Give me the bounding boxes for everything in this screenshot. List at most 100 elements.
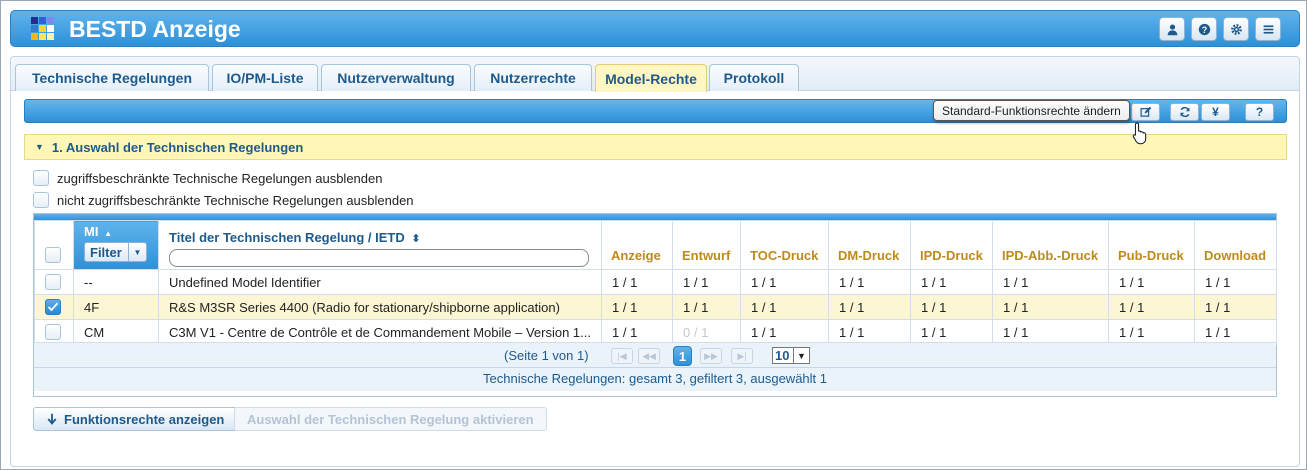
yen-button[interactable]: ¥: [1201, 103, 1230, 121]
tab-bar: Technische Regelungen IO/PM-Liste Nutzer…: [11, 57, 1299, 92]
sort-icon: ⬍: [411, 233, 421, 245]
dm-druck-cell: 1 / 1: [828, 319, 911, 345]
ipd-abb-druck-cell: 1 / 1: [992, 294, 1109, 320]
col-anzeige: Anzeige: [601, 220, 673, 270]
tab-technische-regelungen[interactable]: Technische Regelungen: [15, 64, 209, 91]
hide-unrestricted-checkbox[interactable]: [33, 192, 49, 208]
help-button[interactable]: ?: [1191, 17, 1217, 41]
tab-protokoll[interactable]: Protokoll: [709, 64, 799, 91]
next-page-button[interactable]: ▶▶: [700, 348, 722, 364]
current-page-button[interactable]: 1: [673, 346, 692, 366]
col-ipd-abb-druck: IPD-Abb.-Druck: [992, 220, 1109, 270]
hide-restricted-checkbox[interactable]: [33, 170, 49, 186]
row-select-cell: [34, 269, 74, 295]
user-button[interactable]: [1159, 17, 1185, 41]
activate-selection-button[interactable]: Auswahl der Technischen Regelung aktivie…: [234, 407, 547, 431]
first-page-button[interactable]: |◀: [611, 348, 633, 364]
app-title: BESTD Anzeige: [69, 16, 241, 42]
edit-default-rights-button[interactable]: [1131, 103, 1160, 121]
mi-cell: 4F: [73, 294, 159, 320]
hide-restricted-label: zugriffsbeschränkte Technische Regelunge…: [57, 170, 383, 186]
col-dm-druck: DM-Druck: [828, 220, 911, 270]
toc-druck-cell: 1 / 1: [740, 319, 829, 345]
select-all-checkbox[interactable]: [45, 247, 61, 263]
download-cell: 1 / 1: [1194, 269, 1277, 295]
col-pub-druck: Pub-Druck: [1108, 220, 1195, 270]
pub-druck-cell: 1 / 1: [1108, 269, 1195, 295]
toolbar-help-button[interactable]: ?: [1245, 103, 1274, 121]
gear-icon: [1230, 23, 1242, 35]
select-all-cell: [34, 220, 74, 270]
row-select-cell: [34, 319, 74, 345]
tab-io-pm-liste[interactable]: IO/PM-Liste: [212, 64, 318, 91]
ipd-druck-cell: 1 / 1: [910, 319, 993, 345]
mi-filter-dropdown[interactable]: Filter ▼: [84, 242, 147, 262]
prev-page-button[interactable]: ◀◀: [638, 348, 660, 364]
toc-druck-cell: 1 / 1: [740, 269, 829, 295]
settings-button[interactable]: [1223, 17, 1249, 41]
page-size-select[interactable]: 10 ▼: [772, 347, 810, 364]
tooltip: Standard-Funktionsrechte ändern: [933, 100, 1130, 121]
dm-druck-cell: 1 / 1: [828, 269, 911, 295]
title-filter-input[interactable]: [169, 249, 589, 267]
title-header-label: Titel der Technischen Regelung / IETD: [169, 230, 405, 245]
grid-summary: Technische Regelungen: gesamt 3, gefilte…: [34, 367, 1276, 391]
download-cell: 1 / 1: [1194, 294, 1277, 320]
row-checkbox[interactable]: [45, 324, 61, 340]
collapse-triangle-icon: ▼: [35, 142, 44, 152]
ipd-druck-cell: 1 / 1: [910, 294, 993, 320]
application-window: BESTD Anzeige ? Technische Regelungen IO…: [0, 0, 1307, 470]
filter-label: Filter: [90, 244, 122, 260]
entwurf-cell: 0 / 1: [672, 319, 741, 345]
hide-unrestricted-label: nicht zugriffsbeschränkte Technische Reg…: [57, 192, 414, 208]
mi-column-header[interactable]: MI ▲ Filter ▼: [73, 220, 159, 270]
pub-druck-cell: 1 / 1: [1108, 294, 1195, 320]
ipd-abb-druck-cell: 1 / 1: [992, 319, 1109, 345]
toc-druck-cell: 1 / 1: [740, 294, 829, 320]
last-page-button[interactable]: ▶|: [731, 348, 753, 364]
mi-cell: CM: [73, 319, 159, 345]
table-row[interactable]: -- Undefined Model Identifier 1 / 1 1 / …: [34, 269, 1277, 295]
row-checkbox-checked[interactable]: [45, 299, 61, 315]
tab-nutzerverwaltung[interactable]: Nutzerverwaltung: [321, 64, 471, 91]
sort-asc-icon: ▲: [104, 229, 112, 238]
row-checkbox[interactable]: [45, 274, 61, 290]
svg-text:?: ?: [1201, 24, 1206, 34]
app-header: BESTD Anzeige ?: [10, 10, 1300, 47]
tab-nutzerrechte[interactable]: Nutzerrechte: [474, 64, 592, 91]
refresh-button[interactable]: [1170, 103, 1199, 121]
row-select-cell: [34, 294, 74, 320]
download-cell: 1 / 1: [1194, 319, 1277, 345]
chevron-down-icon: ▼: [793, 348, 809, 363]
col-ipd-druck: IPD-Druck: [910, 220, 993, 270]
tab-model-rechte[interactable]: Model-Rechte: [595, 64, 707, 92]
edit-icon: [1140, 106, 1151, 117]
table-row[interactable]: CM C3M V1 - Centre de Contrôle et de Com…: [34, 319, 1277, 345]
ipd-druck-cell: 1 / 1: [910, 269, 993, 295]
table-row-selected[interactable]: 4F R&S M3SR Series 4400 (Radio for stati…: [34, 294, 1277, 320]
mi-cell: --: [73, 269, 159, 295]
regelungen-table: MI ▲ Filter ▼ Titel der Technischen Rege…: [34, 220, 1277, 345]
activate-selection-label: Auswahl der Technischen Regelung aktivie…: [247, 411, 534, 427]
menu-button[interactable]: [1255, 17, 1281, 41]
table-header-row: MI ▲ Filter ▼ Titel der Technischen Rege…: [34, 220, 1277, 270]
show-rights-button[interactable]: Funktionsrechte anzeigen: [33, 407, 238, 431]
grid-pager: (Seite 1 von 1) |◀ ◀◀ 1 ▶▶ ▶| 10 ▼: [34, 342, 1276, 367]
help-icon: ?: [1198, 23, 1210, 35]
regelungen-grid: MI ▲ Filter ▼ Titel der Technischen Rege…: [33, 213, 1277, 397]
section-title: 1. Auswahl der Technischen Regelungen: [51, 139, 304, 155]
menu-icon: [1263, 24, 1273, 34]
page-info: (Seite 1 von 1): [504, 348, 589, 363]
option-hide-restricted[interactable]: zugriffsbeschränkte Technische Regelunge…: [33, 170, 382, 186]
option-hide-unrestricted[interactable]: nicht zugriffsbeschränkte Technische Reg…: [33, 192, 414, 208]
tab-panel: Technische Regelungen IO/PM-Liste Nutzer…: [10, 56, 1300, 467]
section-header[interactable]: ▼ 1. Auswahl der Technischen Regelungen: [24, 134, 1287, 160]
ipd-abb-druck-cell: 1 / 1: [992, 269, 1109, 295]
title-column-header[interactable]: Titel der Technischen Regelung / IETD ⬍: [158, 220, 602, 270]
app-logo-icon: [31, 17, 55, 41]
anzeige-cell: 1 / 1: [601, 294, 673, 320]
dm-druck-cell: 1 / 1: [828, 294, 911, 320]
arrow-down-icon: [47, 413, 57, 425]
pub-druck-cell: 1 / 1: [1108, 319, 1195, 345]
mi-header-label: MI: [84, 224, 99, 239]
